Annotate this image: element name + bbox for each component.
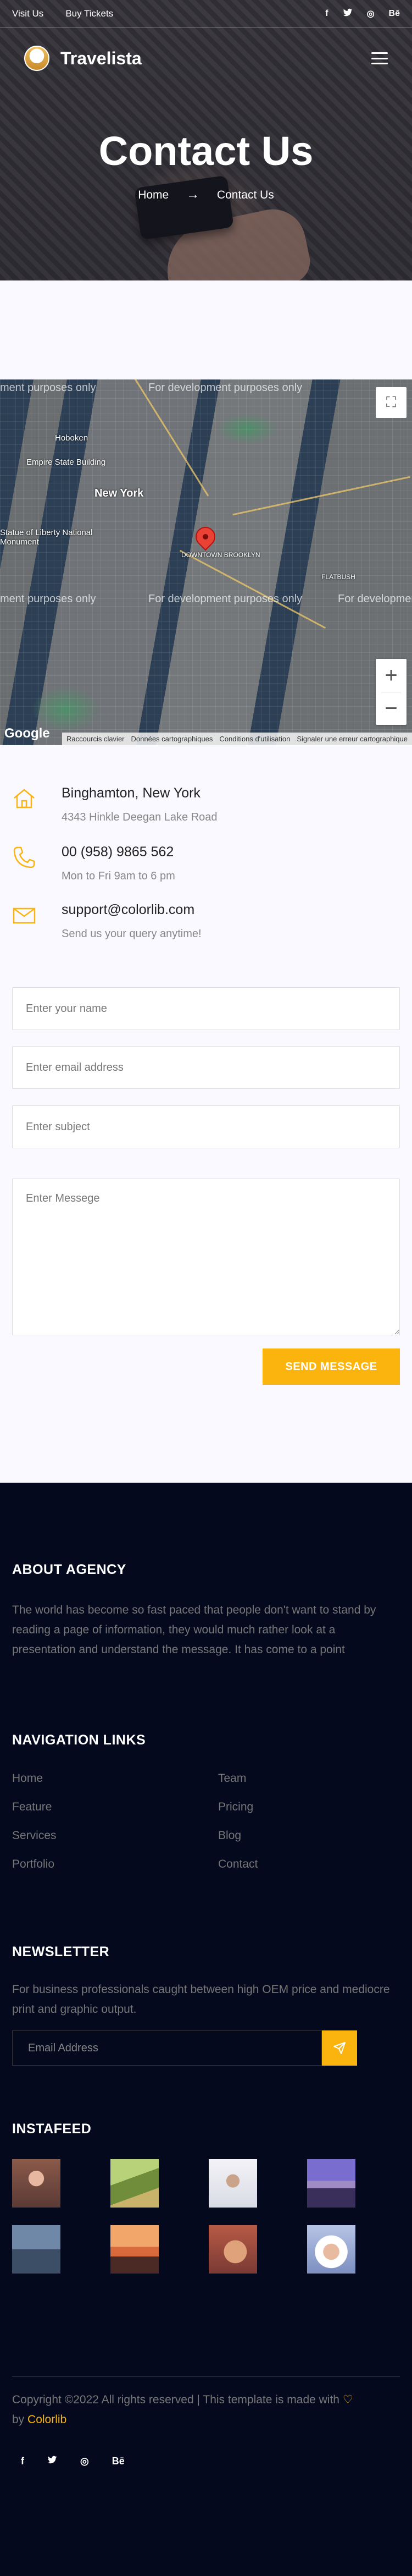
dribbble-icon[interactable]: ◎ — [80, 2456, 89, 2467]
copyright-text: Copyright ©2022 All rights reserved | Th… — [12, 2393, 353, 2426]
contact-address: Binghamton, New York 4343 Hinkle Deegan … — [12, 785, 400, 824]
email-field[interactable] — [12, 1046, 400, 1089]
footer-divider — [12, 2376, 400, 2377]
name-field[interactable] — [12, 987, 400, 1030]
map-dev-watermark: For development purposes only — [148, 382, 303, 394]
newsletter-submit-button[interactable] — [322, 2030, 357, 2066]
facebook-icon[interactable]: f — [21, 2456, 24, 2467]
zoom-in-button[interactable]: + — [376, 659, 407, 692]
behance-icon[interactable]: Bē — [389, 9, 400, 19]
visit-us-link[interactable]: Visit Us — [12, 8, 43, 19]
main-navbar: Travelista — [0, 28, 412, 89]
phone-icon — [12, 845, 36, 869]
subject-field[interactable] — [12, 1105, 400, 1148]
map-data-link[interactable]: Données cartographiques — [131, 735, 213, 743]
map-label-statue: Statue of Liberty National Monument — [0, 528, 93, 547]
behance-icon[interactable]: Bē — [112, 2456, 125, 2467]
instafeed-image[interactable] — [209, 2225, 257, 2274]
email-address[interactable]: support@colorlib.com — [62, 902, 202, 918]
instafeed-image[interactable] — [12, 2159, 60, 2208]
newsletter-heading: NEWSLETTER — [12, 1944, 110, 1959]
instafeed-image[interactable] — [307, 2159, 355, 2208]
arrow-right-icon: → — [186, 187, 200, 202]
keyboard-shortcuts-link[interactable]: Raccourcis clavier — [66, 735, 124, 743]
paper-plane-icon — [333, 2042, 346, 2054]
breadcrumb: Home → Contact Us — [0, 187, 412, 202]
about-heading: ABOUT AGENCY — [12, 1562, 126, 1577]
envelope-icon — [12, 903, 36, 927]
twitter-icon[interactable] — [343, 8, 353, 20]
footer-link-team[interactable]: Team — [218, 1772, 246, 1785]
address-line: Binghamton, New York — [62, 785, 201, 801]
newsletter-email-input[interactable] — [12, 2030, 322, 2066]
map-label-empire: Empire State Building — [26, 458, 106, 467]
page-title: Contact Us — [98, 128, 314, 174]
report-error-link[interactable]: Signaler une erreur cartographique — [297, 735, 408, 743]
address-detail: 4343 Hinkle Deegan Lake Road — [62, 811, 218, 823]
top-bar: Visit Us Buy Tickets f ◎ Bē — [0, 0, 412, 27]
google-logo: Google — [4, 726, 50, 741]
map-label-downtown: DOWNTOWN BROOKLYN — [181, 551, 260, 559]
map-zoom-controls: + − — [376, 659, 407, 725]
top-social-links: f ◎ Bē — [325, 8, 400, 20]
instafeed-image[interactable] — [209, 2159, 257, 2208]
contact-email: support@colorlib.com Send us your query … — [12, 902, 400, 940]
zoom-out-button[interactable]: − — [376, 692, 407, 725]
map-dev-watermark: For development purposes only — [148, 593, 303, 605]
contact-phone: 00 (958) 9865 562 Mon to Fri 9am to 6 pm — [12, 844, 400, 883]
breadcrumb-home-link[interactable]: Home — [138, 189, 169, 201]
footer-link-blog[interactable]: Blog — [218, 1829, 241, 1842]
instafeed-image[interactable] — [12, 2225, 60, 2274]
newsletter-text: For business professionals caught betwee… — [12, 1983, 390, 2016]
footer-link-feature[interactable]: Feature — [12, 1801, 52, 1814]
twitter-icon[interactable] — [47, 2456, 57, 2467]
map-label-hoboken: Hoboken — [55, 433, 88, 443]
instafeed-image[interactable] — [307, 2225, 355, 2274]
phone-hours: Mon to Fri 9am to 6 pm — [62, 870, 175, 882]
fullscreen-icon[interactable]: ⛶ — [376, 387, 407, 418]
send-message-button[interactable]: SEND MESSAGE — [263, 1348, 400, 1385]
footer-link-pricing[interactable]: Pricing — [218, 1801, 253, 1814]
email-note: Send us your query anytime! — [62, 928, 202, 940]
footer-social-links: f ◎ Bē — [21, 2456, 125, 2467]
logo-icon[interactable] — [24, 46, 49, 71]
map-dev-watermark: ment purposes only — [0, 593, 96, 605]
about-text: The world has become so fast paced that … — [12, 1604, 376, 1656]
footer-link-contact[interactable]: Contact — [218, 1858, 258, 1871]
instafeed-image[interactable] — [110, 2159, 159, 2208]
menu-hamburger-icon[interactable] — [371, 52, 388, 64]
map-label-new-york: New York — [94, 487, 144, 499]
nav-links-heading: NAVIGATION LINKS — [12, 1732, 146, 1748]
heart-icon: ♡ — [342, 2393, 353, 2406]
instafeed-heading: INSTAFEED — [12, 2121, 92, 2137]
dribbble-icon[interactable]: ◎ — [367, 8, 375, 19]
brand-name[interactable]: Travelista — [60, 48, 142, 69]
page-banner: Visit Us Buy Tickets f ◎ Bē Travelista C… — [0, 0, 412, 280]
footer-link-home[interactable]: Home — [12, 1772, 43, 1785]
breadcrumb-current: Contact Us — [216, 189, 274, 201]
map-label-flatbush: FLATBUSH — [321, 573, 355, 581]
instafeed-image[interactable] — [110, 2225, 159, 2274]
footer-link-services[interactable]: Services — [12, 1829, 57, 1842]
map-dev-watermark: ment purposes only — [0, 382, 96, 394]
home-icon — [12, 786, 36, 811]
phone-number[interactable]: 00 (958) 9865 562 — [62, 844, 175, 860]
map-dev-watermark: For development purposes only — [338, 593, 412, 605]
google-map[interactable]: ment purposes only For development purpo… — [0, 379, 412, 745]
footer-link-portfolio[interactable]: Portfolio — [12, 1858, 54, 1871]
message-field[interactable] — [12, 1179, 400, 1335]
facebook-icon[interactable]: f — [325, 9, 328, 19]
terms-link[interactable]: Conditions d'utilisation — [219, 735, 290, 743]
buy-tickets-link[interactable]: Buy Tickets — [65, 8, 113, 19]
colorlib-link[interactable]: Colorlib — [27, 2413, 66, 2426]
map-attribution: Raccourcis clavier Données cartographiqu… — [62, 733, 412, 745]
